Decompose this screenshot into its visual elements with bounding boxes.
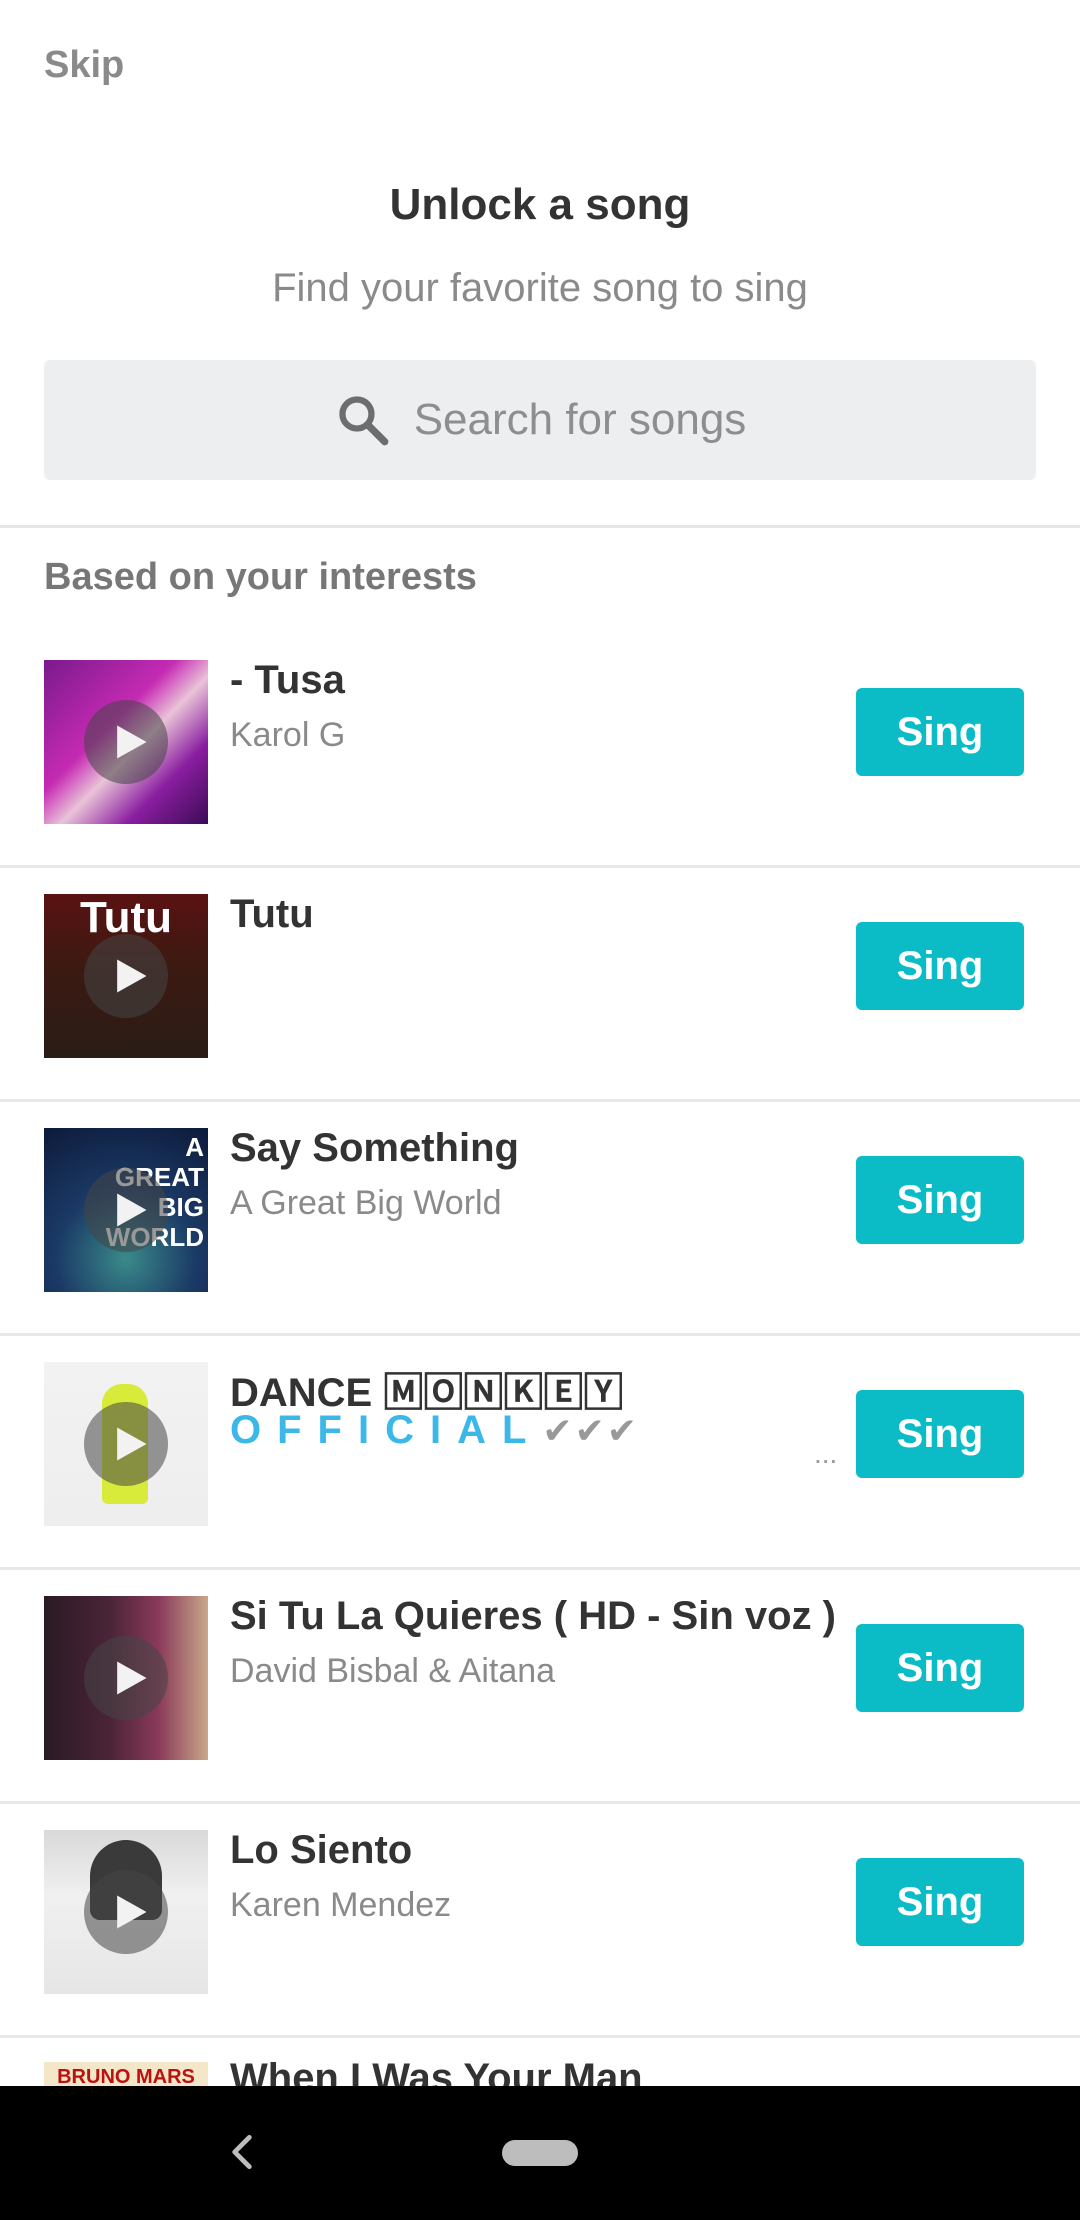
check-marks: ✔✔✔ [542,1410,639,1451]
song-row[interactable]: Si Tu La Quieres ( HD - Sin voz ) David … [0,1570,1080,1804]
sing-button[interactable]: Sing [856,1858,1024,1946]
song-artist: A Great Big World [230,1184,502,1222]
sing-button[interactable]: Sing [856,1156,1024,1244]
search-placeholder: Search for songs [413,395,747,444]
song-artist: Karen Mendez [230,1886,452,1924]
search-input[interactable]: Search for songs [44,360,1036,480]
song-title: - Tusa [230,658,345,702]
song-title: Si Tu La Quieres ( HD - Sin voz ) [230,1594,836,1638]
song-thumbnail[interactable] [44,1596,208,1760]
song-row[interactable]: DANCE 🄼🄾🄽🄺🄴🅈 OFFICIAL✔✔✔ ... Sing [0,1336,1080,1570]
song-row[interactable]: - Tusa Karol G Sing [0,634,1080,868]
truncation-ellipsis: ... [814,1438,838,1469]
song-list: - Tusa Karol G Sing Tutu Tutu Sing A GRE… [0,634,1080,2038]
song-thumbnail[interactable] [44,660,208,824]
song-thumbnail[interactable] [44,1362,208,1526]
play-icon[interactable] [84,1870,168,1954]
page-subtitle: Find your favorite song to sing [272,266,808,310]
page-title: Unlock a song [389,180,691,229]
song-title: Lo Siento [230,1828,413,1872]
sing-button[interactable]: Sing [856,688,1024,776]
play-icon[interactable] [84,934,168,1018]
sing-button[interactable]: Sing [856,1390,1024,1478]
song-row[interactable]: A GREAT BIG WORLD Say Something A Great … [0,1102,1080,1336]
song-thumbnail[interactable]: BRUNO MARS [44,2062,208,2086]
song-title: Say Something [230,1126,519,1170]
song-artist: Karol G [230,716,346,754]
song-title: Tutu [230,892,314,936]
song-thumbnail[interactable]: A GREAT BIG WORLD [44,1128,208,1292]
play-icon[interactable] [84,700,168,784]
play-icon[interactable] [84,1168,168,1252]
song-row[interactable]: Lo Siento Karen Mendez Sing [0,1804,1080,2038]
song-row[interactable]: BRUNO MARS When I Was Your Man [0,2062,1080,2086]
divider [0,525,1080,528]
search-icon [339,396,389,446]
song-title: When I Was Your Man [230,2062,643,2086]
song-thumbnail[interactable] [44,1830,208,1994]
section-title: Based on your interests [44,556,477,598]
sing-button[interactable]: Sing [856,922,1024,1010]
song-row[interactable]: Tutu Tutu Sing [0,868,1080,1102]
play-icon[interactable] [84,1636,168,1720]
song-artist: OFFICIAL✔✔✔ [230,1408,639,1453]
back-icon[interactable] [222,2130,262,2174]
song-artist-text: OFFICIAL [230,1408,543,1452]
play-icon[interactable] [84,1402,168,1486]
system-nav-bar [0,2086,1080,2220]
home-pill-icon[interactable] [502,2140,578,2166]
sing-button[interactable]: Sing [856,1624,1024,1712]
song-artist: David Bisbal & Aitana [230,1652,556,1690]
song-thumbnail[interactable]: Tutu [44,894,208,1058]
skip-button[interactable]: Skip [44,44,124,87]
